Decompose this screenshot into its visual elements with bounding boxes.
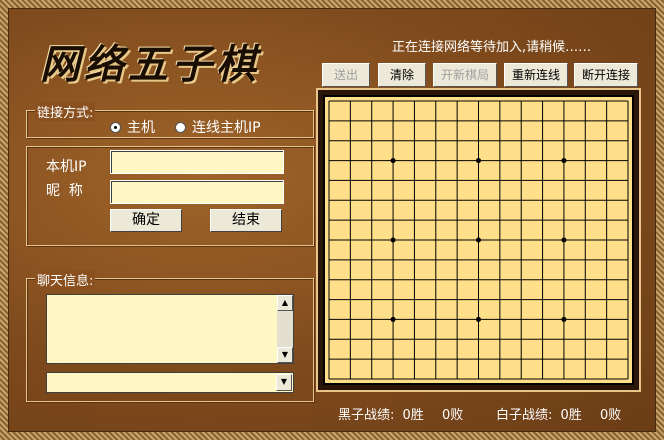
game-board[interactable] [323,95,634,385]
send-button[interactable]: 送出 [322,63,370,87]
client-radio-label: 连线主机IP [192,120,261,136]
ip-field[interactable] [110,150,284,174]
star-point [476,316,481,322]
chat-input-text [47,373,293,377]
connection-legend: 链接方式: [35,102,96,121]
star-point [561,158,567,164]
client-radio-dot[interactable] [175,122,186,133]
host-radio[interactable]: 主机 [110,117,155,137]
black-score: 黑子战绩: 0胜 0败 [338,404,467,423]
clear-button[interactable]: 清除 [378,63,426,87]
chat-log-text [47,295,293,299]
dropdown-arrow-icon[interactable]: ▼ [276,374,292,391]
connection-group: 链接方式: [26,102,314,138]
client-radio[interactable]: 连线主机IP [175,117,261,137]
scroll-up-icon[interactable]: ▲ [277,295,293,311]
disconnect-button[interactable]: 断开连接 [574,63,638,87]
chat-input-combo[interactable]: ▼ [46,372,294,393]
white-score-loss: 0败 [599,408,622,423]
chat-scrollbar[interactable]: ▲ ▼ [277,295,293,363]
star-point [390,316,396,322]
star-point [476,237,481,243]
scroll-down-icon[interactable]: ▼ [277,347,293,363]
star-point [390,237,396,243]
chat-legend: 聊天信息: [35,270,96,289]
black-score-win: 0胜 [402,408,424,423]
host-radio-label: 主机 [127,120,155,136]
star-point [390,158,396,164]
nickname-label: 昵 称 [46,183,83,199]
black-score-label: 黑子战绩: [338,408,395,423]
end-button[interactable]: 结束 [210,209,282,232]
board-frame [316,88,641,392]
ip-label: 本机IP [46,159,87,175]
new-game-button[interactable]: 开新棋局 [433,63,497,87]
status-text: 正在连接网络等待加入,请稍候…… [392,40,592,55]
white-score: 白子战绩: 0胜 0败 [496,404,625,423]
app-title: 网络五子棋 [40,41,260,88]
nickname-field[interactable] [110,180,284,204]
chat-log[interactable]: ▲ ▼ [46,294,294,364]
reconnect-button[interactable]: 重新连线 [504,63,568,87]
host-radio-dot[interactable] [110,122,121,133]
board-grid[interactable] [325,97,632,383]
confirm-button[interactable]: 确定 [110,209,182,232]
star-point [561,237,567,243]
app-window: 网络五子棋 正在连接网络等待加入,请稍候…… 送出 清除 开新棋局 重新连线 断… [0,0,664,440]
white-score-label: 白子战绩: [496,408,553,423]
star-point [561,316,567,322]
black-score-loss: 0败 [441,408,464,423]
star-point [476,158,481,164]
title-logo: 网络五子棋 [40,32,300,92]
white-score-win: 0胜 [560,408,582,423]
